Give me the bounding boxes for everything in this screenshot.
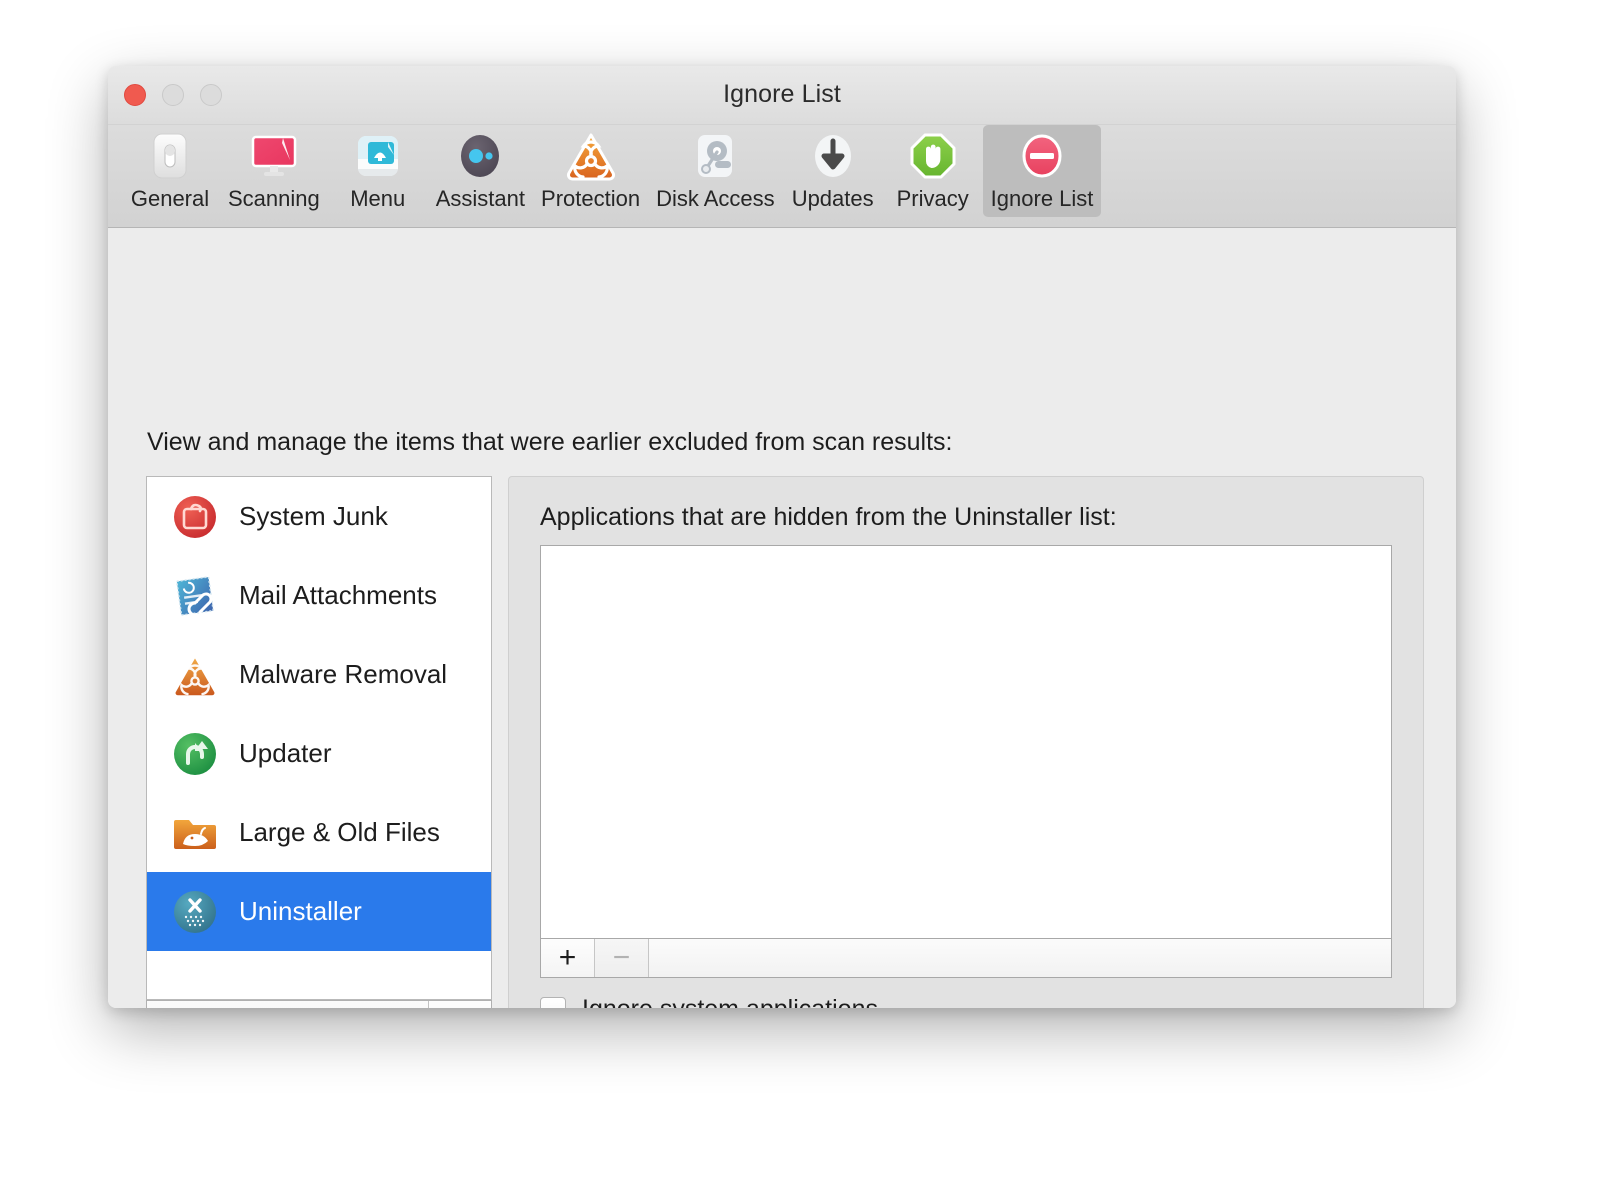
sidebar-item-uninstaller[interactable]: Uninstaller	[147, 872, 491, 951]
content-area: View and manage the items that were earl…	[108, 228, 1456, 1008]
no-entry-icon	[1015, 129, 1069, 183]
category-list[interactable]: System Junk	[146, 476, 492, 1000]
toolbar-item-label: Ignore List	[991, 187, 1094, 211]
panel-label: Applications that are hidden from the Un…	[540, 503, 1117, 532]
sidebar-bottom-filler	[147, 1001, 428, 1008]
toolbar-item-label: Protection	[541, 187, 640, 211]
toolbar-item-label: Privacy	[897, 187, 969, 211]
sidebar-item-label: Updater	[239, 738, 332, 769]
toolbar-item-label: Updates	[792, 187, 874, 211]
sidebar-item-updater[interactable]: Updater	[147, 714, 491, 793]
toolbar-item-menu[interactable]: Menu	[328, 125, 428, 217]
stop-hand-icon	[906, 129, 960, 183]
harddisk-icon	[688, 129, 742, 183]
toolbar-item-label: General	[131, 187, 209, 211]
ignore-system-applications-checkbox[interactable]	[540, 997, 566, 1009]
toolbar-item-label: Scanning	[228, 187, 320, 211]
toolbar-item-general[interactable]: General	[120, 125, 220, 217]
biohazard-icon	[564, 129, 618, 183]
large-old-files-icon	[169, 807, 221, 859]
toolbar-item-disk-access[interactable]: Disk Access	[648, 125, 783, 217]
toolbar-item-assistant[interactable]: Assistant	[428, 125, 533, 217]
sidebar-item-label: Malware Removal	[239, 659, 447, 690]
sidebar-item-label: Large & Old Files	[239, 817, 440, 848]
toolbar-item-label: Menu	[350, 187, 405, 211]
toolbar-item-label: Disk Access	[656, 187, 775, 211]
monitor-icon	[247, 129, 301, 183]
toolbar-item-updates[interactable]: Updates	[783, 125, 883, 217]
hidden-applications-list[interactable]	[540, 545, 1392, 939]
download-icon	[806, 129, 860, 183]
ignore-system-applications-label: Ignore system applications	[582, 995, 878, 1008]
malware-removal-icon	[169, 649, 221, 701]
sidebar-item-mail-attachments[interactable]: Mail Attachments	[147, 556, 491, 635]
system-junk-icon	[169, 491, 221, 543]
sidebar-bottom-bar	[146, 1000, 492, 1008]
toolbar-item-label: Assistant	[436, 187, 525, 211]
intro-text: View and manage the items that were earl…	[147, 428, 953, 457]
sidebar-item-malware-removal[interactable]: Malware Removal	[147, 635, 491, 714]
toolbar-item-protection[interactable]: Protection	[533, 125, 648, 217]
gear-menu-button[interactable]	[428, 1001, 491, 1008]
toolbar-item-scanning[interactable]: Scanning	[220, 125, 328, 217]
menubar-icon	[351, 129, 405, 183]
ignore-system-applications-row[interactable]: Ignore system applications	[540, 995, 878, 1008]
toolbar-item-privacy[interactable]: Privacy	[883, 125, 983, 217]
sidebar-item-label: Mail Attachments	[239, 580, 437, 611]
title-bar: Ignore List	[108, 66, 1456, 125]
switch-icon	[143, 129, 197, 183]
mail-attachments-icon	[169, 570, 221, 622]
add-application-button[interactable]: +	[541, 939, 595, 977]
toolbar-item-ignore-list[interactable]: Ignore List	[983, 125, 1102, 217]
updater-icon	[169, 728, 221, 780]
preferences-window: Ignore List General	[108, 66, 1456, 1008]
window-title: Ignore List	[108, 80, 1456, 109]
sidebar-item-large-old-files[interactable]: Large & Old Files	[147, 793, 491, 872]
preferences-toolbar: General Scanning	[108, 125, 1456, 228]
remove-application-button[interactable]: −	[595, 939, 649, 977]
sidebar-item-system-junk[interactable]: System Junk	[147, 477, 491, 556]
list-toolbar: + −	[540, 938, 1392, 978]
sidebar-item-label: System Junk	[239, 501, 388, 532]
uninstaller-icon	[169, 886, 221, 938]
assistant-icon	[453, 129, 507, 183]
sidebar-item-label: Uninstaller	[239, 896, 362, 927]
gear-icon	[438, 1007, 464, 1008]
list-toolbar-filler	[649, 939, 1391, 977]
detail-panel: Applications that are hidden from the Un…	[508, 476, 1424, 1008]
